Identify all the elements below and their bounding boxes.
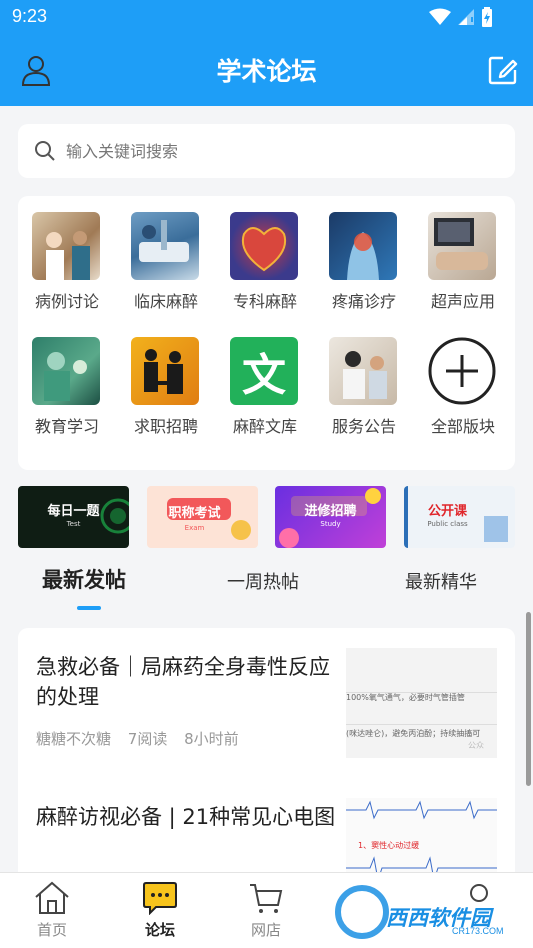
home-icon (35, 881, 69, 914)
app-bar: 9:23 学术论坛 (0, 0, 533, 106)
battery-icon (482, 7, 492, 27)
thumb-text: 100%氧气通气，必要时气管插管 (346, 693, 465, 702)
signal-icon (458, 9, 474, 25)
banner-study-recruit[interactable]: 进修招聘 Study (275, 486, 386, 548)
post-thumbnail: 100%氧气通气，必要时气管插管 (咪达唑仑)，避免丙泊酚；持续抽搐可 公众 (346, 648, 497, 758)
post-reads: 7阅读 (127, 730, 168, 748)
post-author: 糖糖不次糖 (36, 730, 112, 748)
wifi-icon (429, 8, 451, 25)
forum-chat-icon (143, 882, 177, 915)
tab-latest-featured[interactable]: 最新精华 (405, 568, 477, 594)
category-case-discussion[interactable]: 病例讨论 (18, 196, 108, 311)
plus-circle-icon (428, 337, 496, 405)
jobs-thumb (131, 337, 199, 405)
category-label: 超声应用 (430, 292, 495, 311)
pain-treatment-thumb (329, 212, 397, 280)
category-label: 教育学习 (34, 417, 99, 436)
search-icon (35, 141, 55, 161)
library-glyph: 文 (242, 350, 286, 401)
nav-label: 网店 (250, 921, 281, 939)
banner-title: 每日一题 (47, 504, 100, 519)
nav-home[interactable]: 首页 (12, 881, 92, 945)
banner-public-class[interactable]: 公开课 Public class (404, 486, 515, 548)
banner-title: 公开课 (427, 504, 467, 519)
post-title: 麻醉访视必备 | 21种常见心电图 (36, 805, 336, 829)
education-thumb (32, 337, 100, 405)
status-bar: 9:23 (0, 0, 533, 36)
search-input[interactable] (66, 136, 486, 166)
banner-daily-question[interactable]: 每日一题 Test (18, 486, 129, 548)
category-label: 专科麻醉 (232, 292, 297, 311)
library-thumb: 文 (230, 337, 298, 405)
new-post-button[interactable] (487, 54, 519, 86)
case-discussion-thumb (32, 212, 100, 280)
thumb-text: 1、窦性心动过缓 (358, 841, 420, 850)
banner-title: 职称考试 (168, 506, 221, 521)
category-pain-treatment[interactable]: 疼痛诊疗 (315, 196, 405, 311)
nav-forum[interactable]: 论坛 (120, 881, 200, 945)
category-label: 服务公告 (331, 417, 396, 436)
category-label: 麻醉文库 (232, 417, 297, 436)
ultrasound-thumb (428, 212, 496, 280)
nav-label: 首页 (36, 921, 67, 939)
nav-label: 论坛 (144, 921, 175, 939)
thumb-text: (咪达唑仑)，避免丙泊酚；持续抽搐可 (346, 729, 481, 738)
banner-title-exam[interactable]: 职称考试 Exam (147, 486, 258, 548)
post-time: 8小时前 (184, 730, 239, 748)
banner-subtitle: Exam (184, 524, 205, 532)
category-specialty-anesthesia[interactable]: 专科麻醉 (216, 196, 306, 311)
scrollbar[interactable] (526, 612, 531, 786)
status-time: 9:23 (12, 6, 48, 26)
category-clinical-anesthesia[interactable]: 临床麻醉 (117, 196, 207, 311)
category-label: 临床麻醉 (133, 292, 198, 311)
category-education[interactable]: 教育学习 (18, 321, 108, 436)
banner-subtitle: Test (66, 520, 81, 528)
category-jobs[interactable]: 求职招聘 (117, 321, 207, 436)
tab-latest-posts[interactable]: 最新发帖 (42, 564, 126, 594)
post-title: 急救必备｜局麻药全身毒性反应的处理 (36, 655, 330, 709)
specialty-anesthesia-thumb (230, 212, 298, 280)
banner-subtitle: Public class (427, 520, 468, 528)
cart-icon (250, 884, 283, 913)
category-label: 疼痛诊疗 (331, 292, 396, 311)
edit-icon (488, 56, 518, 85)
watermark-logo: 西西软件园 CR173.COM (334, 882, 514, 942)
category-ultrasound[interactable]: 超声应用 (414, 196, 504, 311)
clinical-anesthesia-thumb (131, 212, 199, 280)
thumb-text: 公众 (468, 741, 484, 750)
service-notice-thumb (329, 337, 397, 405)
banner-subtitle: Study (320, 520, 341, 528)
category-grid: 病例讨论 临床麻醉 专科麻醉 疼痛诊疗 超声应用 教育学习 求职招聘 文 麻醉文… (18, 196, 515, 470)
search-bar[interactable] (18, 124, 515, 178)
category-label: 求职招聘 (133, 417, 198, 436)
category-label: 全部版块 (430, 417, 495, 436)
category-label: 病例讨论 (34, 292, 99, 311)
category-library[interactable]: 文 麻醉文库 (216, 321, 306, 436)
nav-shop[interactable]: 网店 (226, 881, 306, 945)
watermark-sub: CR173.COM (452, 926, 504, 936)
category-all-boards[interactable]: 全部版块 (414, 321, 504, 436)
tab-weekly-hot[interactable]: 一周热帖 (227, 568, 299, 594)
banner-title: 进修招聘 (304, 504, 357, 519)
page-title: 学术论坛 (216, 57, 317, 86)
category-service-notice[interactable]: 服务公告 (315, 321, 405, 436)
post-meta: 糖糖不次糖 7阅读 8小时前 (36, 728, 251, 749)
active-tab-indicator (77, 606, 101, 610)
status-icons (429, 7, 493, 27)
